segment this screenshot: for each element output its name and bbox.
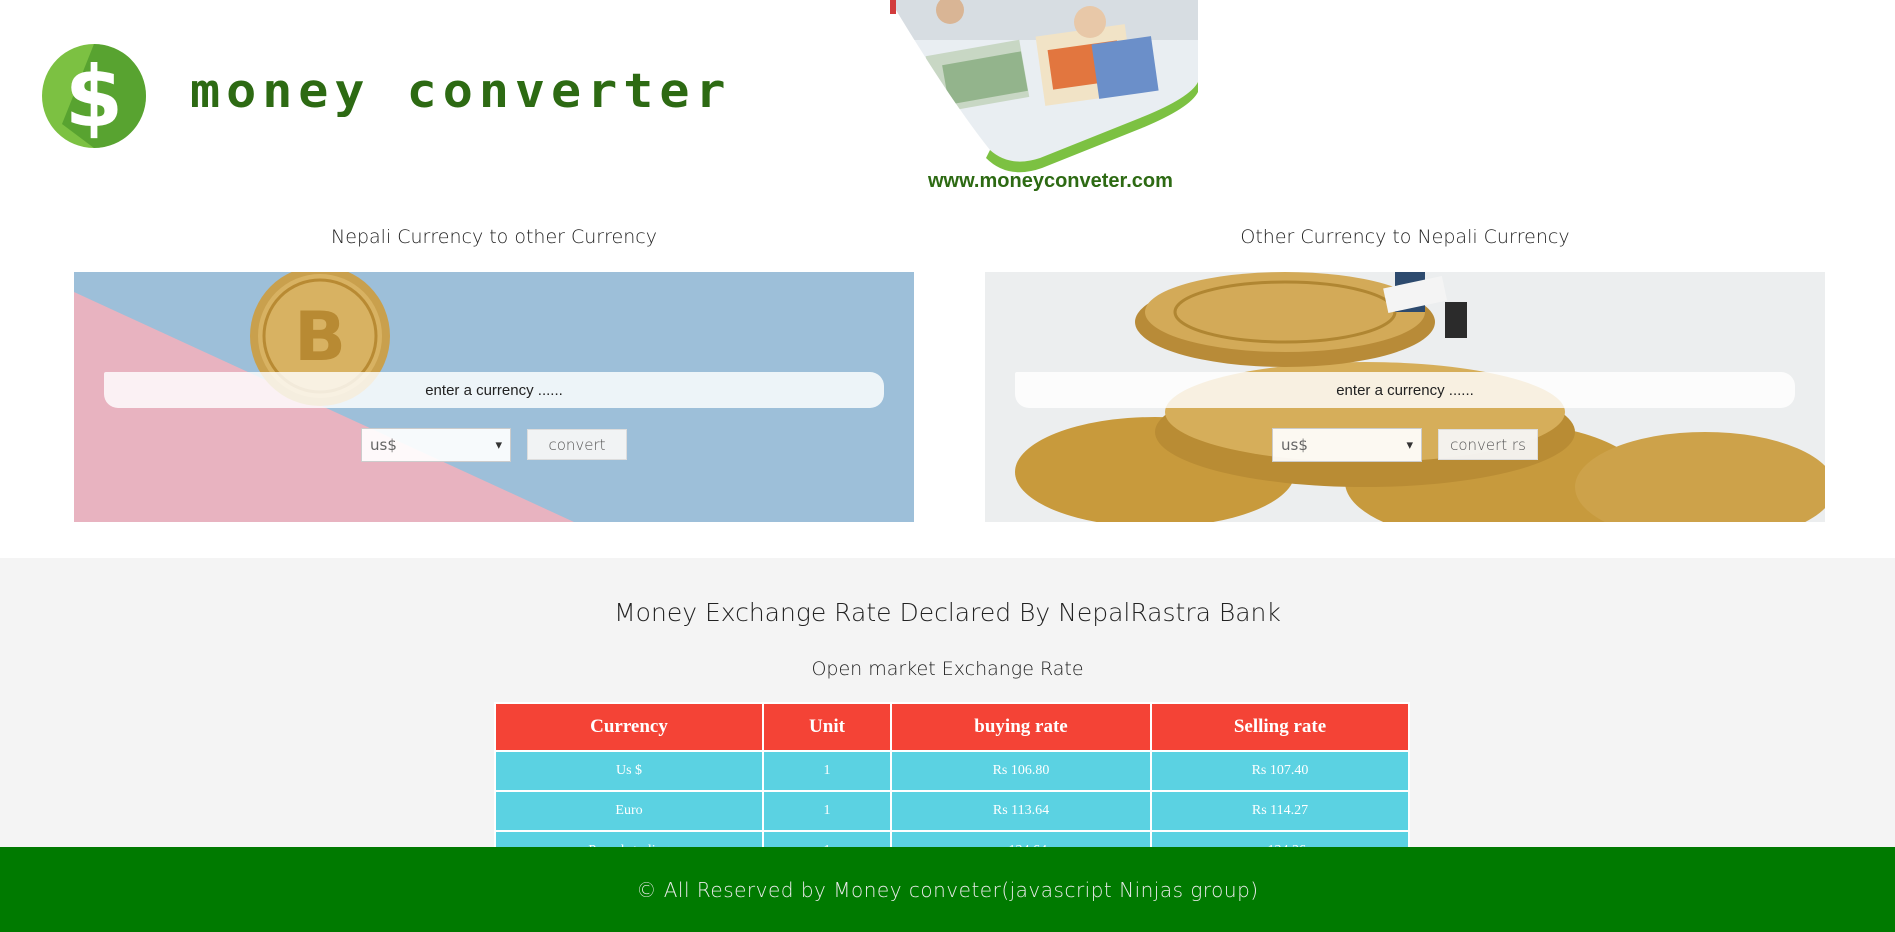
banner-url: www.moneyconveter.com [928, 170, 1173, 192]
site-footer: © All Reserved by Money conveter(javascr… [0, 847, 1895, 932]
chevron-down-icon: ▾ [495, 437, 502, 453]
source-currency-select[interactable]: us$ ▾ [1272, 428, 1422, 462]
converter-heading-other-to-nepali: Other Currency to Nepali Currency [1240, 226, 1570, 248]
svg-text:$: $ [65, 48, 123, 146]
target-currency-select[interactable]: us$ ▾ [361, 428, 511, 462]
exchange-rates-section: Money Exchange Rate Declared By NepalRas… [0, 558, 1895, 872]
footer-text: © All Reserved by Money conveter(javascr… [636, 877, 1259, 902]
cell-unit: 1 [762, 790, 892, 832]
cell-currency: Us $ [494, 750, 764, 792]
column-header-selling-rate: Selling rate [1150, 702, 1410, 752]
cell-selling-rate: Rs 114.27 [1150, 790, 1410, 832]
cell-selling-rate: Rs 107.40 [1150, 750, 1410, 792]
rates-title: Money Exchange Rate Declared By NepalRas… [614, 598, 1281, 627]
target-currency-value: us$ [370, 436, 397, 454]
site-header: $ money converter www.moneyconveter.com [0, 0, 1895, 210]
source-currency-value: us$ [1281, 436, 1308, 454]
table-row: Euro 1 Rs 113.64 Rs 114.27 [494, 790, 1410, 832]
column-header-buying-rate: buying rate [890, 702, 1152, 752]
rates-subtitle: Open market Exchange Rate [811, 658, 1084, 680]
converter-heading-nepali-to-other: Nepali Currency to other Currency [331, 226, 657, 248]
convert-button[interactable]: convert [527, 429, 627, 460]
table-header-row: Currency Unit buying rate Selling rate [494, 702, 1410, 752]
cell-unit: 1 [762, 750, 892, 792]
converter-card-other-to-nepali: us$ ▾ convert rs [985, 272, 1825, 522]
column-header-unit: Unit [762, 702, 892, 752]
cell-currency: Euro [494, 790, 764, 832]
chevron-down-icon: ▾ [1406, 437, 1413, 453]
nepali-amount-input[interactable] [104, 372, 884, 408]
convert-rs-button[interactable]: convert rs [1438, 429, 1538, 460]
column-header-currency: Currency [494, 702, 764, 752]
cell-buying-rate: Rs 106.80 [890, 750, 1152, 792]
table-row: Us $ 1 Rs 106.80 Rs 107.40 [494, 750, 1410, 792]
cell-buying-rate: Rs 113.64 [890, 790, 1152, 832]
dollar-icon[interactable]: $ [42, 44, 147, 149]
svg-text:B: B [294, 298, 346, 377]
foreign-amount-input[interactable] [1015, 372, 1795, 408]
brand-title: money converter [190, 63, 732, 119]
converter-card-nepali-to-other: B us$ ▾ convert [74, 272, 914, 522]
